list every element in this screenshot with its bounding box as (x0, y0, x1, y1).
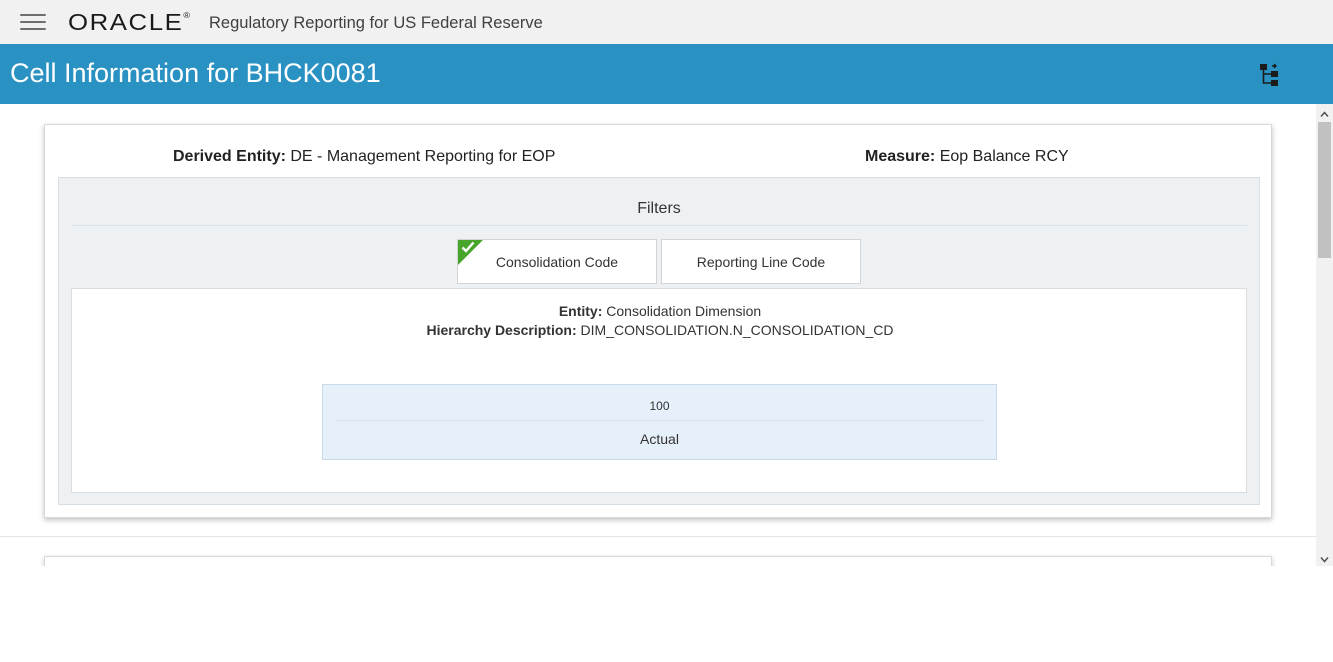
tab-reporting-line-code[interactable]: Reporting Line Code (661, 239, 861, 284)
top-bar: ORACLE® Regulatory Reporting for US Fede… (0, 0, 1333, 44)
derived-entity-value: DE - Management Reporting for EOP (290, 148, 556, 165)
hamburger-menu-icon[interactable] (20, 14, 46, 32)
tab-label: Consolidation Code (495, 254, 619, 270)
tab-label: Reporting Line Code (696, 254, 826, 270)
filters-panel: Filters Consolidation Code Reporting Lin… (58, 177, 1260, 505)
filters-title: Filters (71, 178, 1247, 226)
section-divider (0, 536, 1316, 537)
entity-label: Entity: (558, 303, 603, 319)
measure-label: Measure: (865, 148, 936, 165)
logo-registered-mark: ® (183, 11, 190, 20)
filter-value-item: 100 Actual (322, 384, 997, 460)
derived-entity-label: Derived Entity: (173, 148, 286, 165)
cell-info-card: Derived Entity: DE - Management Reportin… (44, 124, 1272, 518)
measure: Measure: Eop Balance RCY (865, 148, 1069, 166)
main-content: Derived Entity: DE - Management Reportin… (0, 104, 1333, 566)
page-title: Cell Information for BHCK0081 (10, 58, 381, 88)
data-flow-icon[interactable] (1256, 62, 1282, 88)
filter-value-label: Actual (640, 431, 679, 447)
derived-entity: Derived Entity: DE - Management Reportin… (173, 148, 555, 166)
entity-value: Consolidation Dimension (606, 303, 762, 319)
measure-value: Eop Balance RCY (939, 148, 1069, 165)
scrollbar-thumb[interactable] (1318, 122, 1331, 258)
title-bar: Cell Information for BHCK0081 (0, 44, 1333, 104)
app-name: Regulatory Reporting for US Federal Rese… (209, 14, 543, 32)
checkmark-icon (461, 241, 475, 253)
hierarchy-label: Hierarchy Description: (426, 322, 577, 338)
hierarchy-line: Hierarchy Description: DIM_CONSOLIDATION… (72, 322, 1248, 338)
tab-consolidation-code[interactable]: Consolidation Code (457, 239, 657, 284)
scroll-up-arrow-icon[interactable] (1320, 110, 1329, 119)
logo-text: ORACLE (68, 9, 184, 35)
hierarchy-value: DIM_CONSOLIDATION.N_CONSOLIDATION_CD (580, 322, 894, 338)
vertical-scrollbar[interactable] (1316, 104, 1333, 566)
oracle-logo: ORACLE® (68, 9, 190, 36)
entity-line: Entity: Consolidation Dimension (72, 303, 1248, 319)
filter-detail-panel: Entity: Consolidation Dimension Hierarch… (71, 288, 1247, 493)
scroll-down-arrow-icon[interactable] (1320, 555, 1329, 564)
next-card (44, 556, 1272, 566)
filter-value-code: 100 (335, 385, 984, 421)
